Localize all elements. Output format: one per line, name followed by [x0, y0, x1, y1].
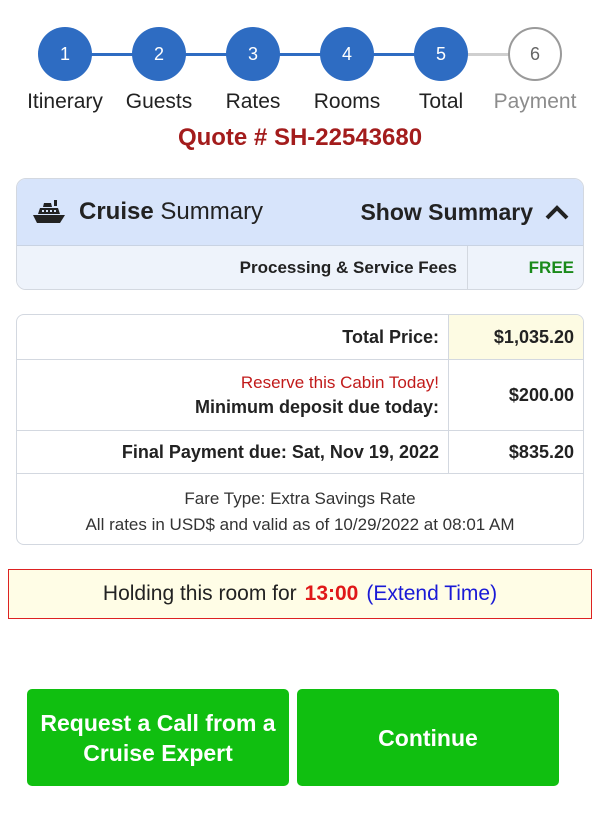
deposit-row: Reserve this Cabin Today! Minimum deposi…: [17, 360, 583, 431]
deposit-label-cell: Reserve this Cabin Today! Minimum deposi…: [17, 360, 449, 430]
total-price-label: Total Price:: [17, 315, 449, 359]
total-price-value: $1,035.20: [449, 315, 583, 359]
progress-stepper: 1 Itinerary 2 Guests 3 Rates 4 Rooms 5 T…: [0, 27, 600, 117]
show-summary-label: Show Summary: [360, 198, 533, 225]
step-number: 5: [414, 27, 468, 81]
rates-note: All rates in USD$ and valid as of 10/29/…: [85, 515, 515, 534]
show-summary-toggle[interactable]: Show Summary: [360, 199, 569, 226]
step-label: Payment: [493, 90, 577, 113]
step-number: 3: [226, 27, 280, 81]
cruise-summary-title: Cruise Summary: [79, 198, 264, 225]
fees-value: FREE: [528, 258, 574, 277]
final-payment-row: Final Payment due: Sat, Nov 19, 2022 $83…: [17, 431, 583, 474]
hold-text: Holding this room for: [102, 582, 297, 605]
total-price-row: Total Price: $1,035.20: [17, 315, 583, 360]
fare-type: Fare Type: Extra Savings Rate: [184, 489, 416, 508]
quote-number: Quote # SH-22543680: [177, 124, 423, 151]
fare-info: Fare Type: Extra Savings Rate All rates …: [17, 474, 583, 538]
final-payment-label: Final Payment due: Sat, Nov 19, 2022: [17, 431, 449, 473]
final-payment-value: $835.20: [508, 441, 574, 462]
step-number: 6: [508, 27, 562, 81]
deposit-value: $200.00: [508, 384, 574, 405]
cruise-summary-header[interactable]: Cruise Summary Show Summary: [17, 179, 583, 246]
cruise-summary-card: Cruise Summary Show Summary Processing &…: [16, 178, 584, 290]
fees-label: Processing & Service Fees: [17, 246, 468, 289]
extend-time-link[interactable]: (Extend Time): [366, 582, 497, 606]
step-number: 4: [320, 27, 374, 81]
processing-fees-row: Processing & Service Fees FREE: [17, 246, 583, 289]
price-breakdown-table: Total Price: $1,035.20 Reserve this Cabi…: [16, 314, 584, 545]
step-number: 1: [38, 27, 92, 81]
step-payment: 6 Payment: [480, 27, 590, 114]
request-call-button[interactable]: Request a Call from a Cruise Expert: [27, 689, 289, 786]
continue-button[interactable]: Continue: [297, 689, 559, 786]
deposit-label: Minimum deposit due today:: [194, 396, 439, 417]
step-number: 2: [132, 27, 186, 81]
room-hold-banner: Holding this room for 13:00 (Extend Time…: [8, 569, 592, 619]
cruise-ship-icon: [33, 200, 65, 223]
chevron-up-icon: [545, 205, 569, 220]
reserve-cabin-note: Reserve this Cabin Today!: [240, 372, 439, 392]
hold-timer: 13:00: [304, 582, 359, 605]
